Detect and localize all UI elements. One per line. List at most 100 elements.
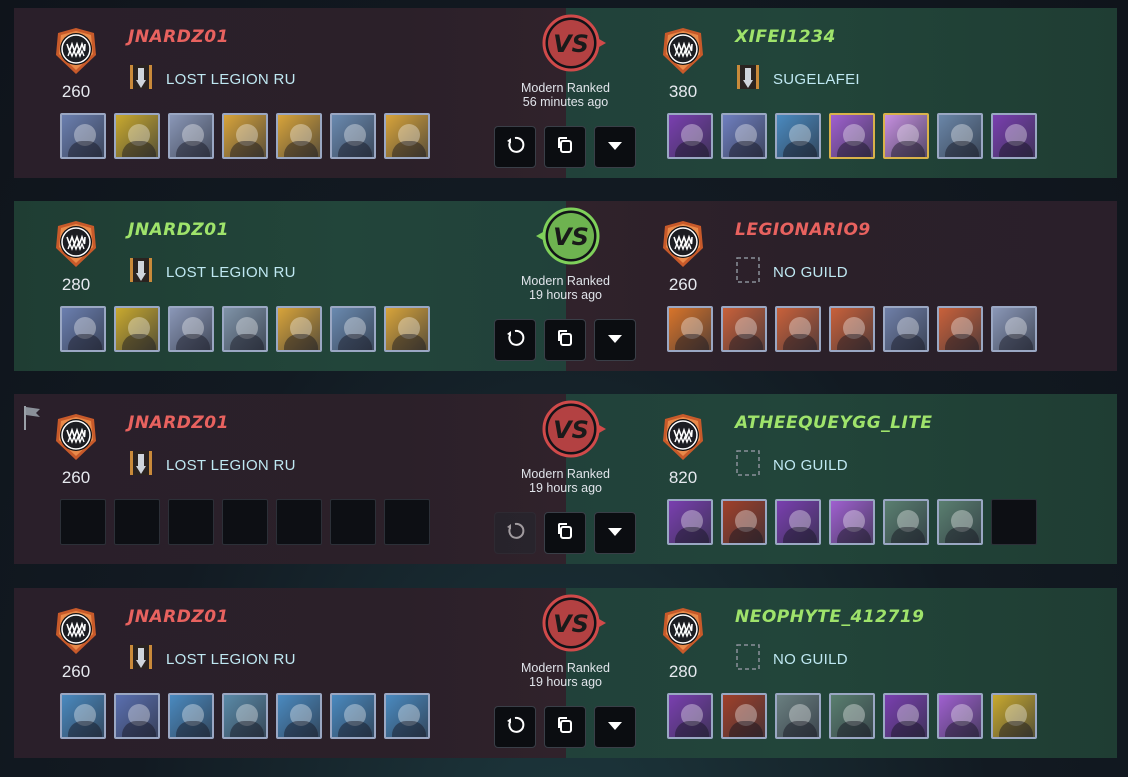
monster-card[interactable] xyxy=(222,306,268,352)
monster-card[interactable] xyxy=(168,693,214,739)
monster-card[interactable] xyxy=(384,693,430,739)
battle-row: 260 JNARDZ01 LOST LEGION RU VS Modern Ra… xyxy=(14,394,1117,564)
monster-card[interactable] xyxy=(667,306,713,352)
left-guild[interactable]: LOST LEGION RU xyxy=(128,449,296,481)
monster-card[interactable] xyxy=(829,693,875,739)
monster-card[interactable] xyxy=(384,306,430,352)
left-guild[interactable]: LOST LEGION RU xyxy=(128,63,296,95)
monster-card[interactable] xyxy=(667,693,713,739)
battle-mode: Modern Ranked xyxy=(521,274,610,288)
monster-card[interactable] xyxy=(829,306,875,352)
empty-card-slot xyxy=(384,499,430,545)
monster-card[interactable] xyxy=(721,113,767,159)
monster-card[interactable] xyxy=(775,113,821,159)
left-guild-name: LOST LEGION RU xyxy=(166,456,296,474)
expand-details-button[interactable] xyxy=(594,512,636,554)
league-badge-icon xyxy=(657,605,709,657)
monster-card[interactable] xyxy=(60,306,106,352)
monster-card[interactable] xyxy=(222,693,268,739)
left-player-name[interactable]: JNARDZ01 xyxy=(128,220,229,240)
monster-card[interactable] xyxy=(276,693,322,739)
league-badge-icon xyxy=(657,411,709,463)
monster-card[interactable] xyxy=(114,693,160,739)
replay-button[interactable] xyxy=(494,126,536,168)
vs-result-icon: VS xyxy=(536,13,606,73)
empty-guild-icon xyxy=(735,256,773,288)
league-badge-icon xyxy=(50,25,102,77)
battle-time: 19 hours ago xyxy=(529,675,602,689)
league-badge-icon xyxy=(657,218,709,270)
monster-card[interactable] xyxy=(721,306,767,352)
left-player-name[interactable]: JNARDZ01 xyxy=(128,27,229,47)
monster-card[interactable] xyxy=(721,499,767,545)
empty-card-slot xyxy=(114,499,160,545)
monster-card[interactable] xyxy=(937,306,983,352)
replay-button[interactable] xyxy=(494,706,536,748)
right-guild[interactable]: NO GUILD xyxy=(735,256,848,288)
copy-team-button[interactable] xyxy=(544,126,586,168)
monster-card[interactable] xyxy=(168,306,214,352)
monster-card[interactable] xyxy=(991,113,1037,159)
monster-card[interactable] xyxy=(60,693,106,739)
right-team-cards xyxy=(667,113,1045,159)
left-team-cards xyxy=(60,499,438,545)
right-rating: 280 xyxy=(668,662,698,681)
left-guild[interactable]: LOST LEGION RU xyxy=(128,256,296,288)
monster-card[interactable] xyxy=(775,499,821,545)
monster-card[interactable] xyxy=(667,113,713,159)
right-player-name[interactable]: XIFEI1234 xyxy=(735,27,836,47)
monster-card[interactable] xyxy=(168,113,214,159)
replay-icon xyxy=(504,327,526,354)
monster-card[interactable] xyxy=(384,113,430,159)
league-badge-icon xyxy=(50,605,102,657)
empty-card-slot xyxy=(222,499,268,545)
monster-card[interactable] xyxy=(222,113,268,159)
monster-card[interactable] xyxy=(937,113,983,159)
monster-card[interactable] xyxy=(667,499,713,545)
monster-card[interactable] xyxy=(114,306,160,352)
right-player-name[interactable]: NEOPHYTE_412719 xyxy=(735,607,924,627)
monster-card[interactable] xyxy=(829,499,875,545)
monster-card[interactable] xyxy=(937,693,983,739)
replay-button[interactable] xyxy=(494,319,536,361)
right-rating: 260 xyxy=(668,275,698,294)
right-guild[interactable]: NO GUILD xyxy=(735,449,848,481)
right-guild[interactable]: SUGELAFEI xyxy=(735,63,860,95)
right-guild[interactable]: NO GUILD xyxy=(735,643,848,675)
right-player-name[interactable]: ATHEEQUEYGG_LITE xyxy=(735,413,933,433)
monster-card[interactable] xyxy=(883,499,929,545)
right-player-name[interactable]: LEGIONARIO9 xyxy=(735,220,871,240)
monster-card[interactable] xyxy=(883,113,929,159)
expand-details-button[interactable] xyxy=(594,319,636,361)
copy-icon xyxy=(554,134,576,161)
left-player-name[interactable]: JNARDZ01 xyxy=(128,607,229,627)
monster-card[interactable] xyxy=(60,113,106,159)
left-guild[interactable]: LOST LEGION RU xyxy=(128,643,296,675)
monster-card[interactable] xyxy=(883,693,929,739)
monster-card[interactable] xyxy=(829,113,875,159)
monster-card[interactable] xyxy=(330,693,376,739)
monster-card[interactable] xyxy=(276,113,322,159)
monster-card[interactable] xyxy=(276,306,322,352)
right-team-cards xyxy=(667,499,1045,545)
expand-details-button[interactable] xyxy=(594,126,636,168)
monster-card[interactable] xyxy=(775,306,821,352)
monster-card[interactable] xyxy=(330,113,376,159)
monster-card[interactable] xyxy=(330,306,376,352)
monster-card[interactable] xyxy=(721,693,767,739)
copy-team-button[interactable] xyxy=(544,706,586,748)
monster-card[interactable] xyxy=(114,113,160,159)
monster-card[interactable] xyxy=(937,499,983,545)
monster-card[interactable] xyxy=(775,693,821,739)
monster-card[interactable] xyxy=(991,693,1037,739)
left-player-name[interactable]: JNARDZ01 xyxy=(128,413,229,433)
monster-card[interactable] xyxy=(991,306,1037,352)
surrender-flag-icon xyxy=(24,406,40,430)
copy-team-button[interactable] xyxy=(544,319,586,361)
monster-card[interactable] xyxy=(883,306,929,352)
expand-details-button[interactable] xyxy=(594,706,636,748)
caret-down-icon xyxy=(604,134,626,161)
empty-guild-icon xyxy=(735,449,773,481)
replay-button[interactable] xyxy=(494,512,536,554)
copy-team-button[interactable] xyxy=(544,512,586,554)
